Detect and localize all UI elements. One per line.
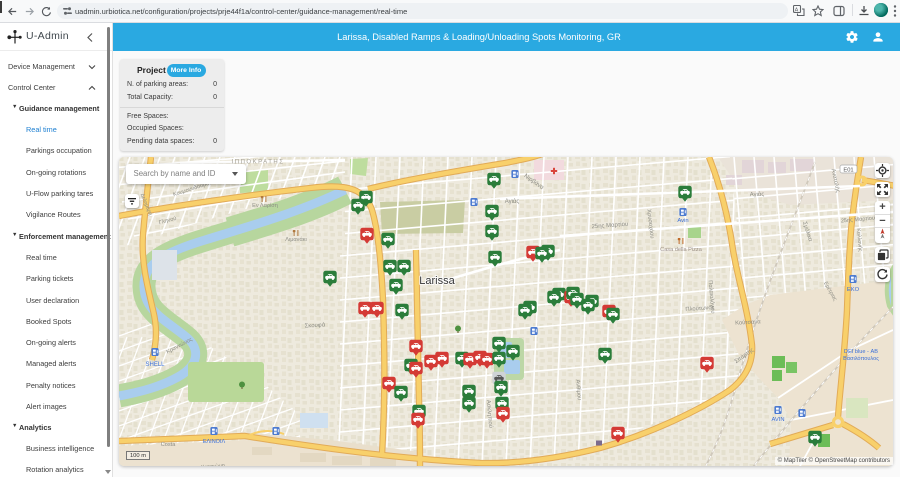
svg-text:Larissa: Larissa xyxy=(419,275,455,287)
svg-text:E01: E01 xyxy=(843,167,853,173)
svg-text:ΕΛΙΝΟΙΛ: ΕΛΙΝΟΙΛ xyxy=(203,439,226,445)
svg-text:Λιμανάκι: Λιμανάκι xyxy=(285,236,307,243)
svg-text:Εν Λαρίση: Εν Λαρίση xyxy=(252,203,278,209)
svg-text:Αγιάς: Αγιάς xyxy=(505,198,520,205)
svg-text:Costa: Costa xyxy=(161,442,177,448)
svg-text:AVIN: AVIN xyxy=(771,417,784,423)
svg-text:Avin: Avin xyxy=(677,218,688,224)
svg-text:Casa della Pizza: Casa della Pizza xyxy=(660,247,703,253)
svg-text:Σκουφά: Σκουφά xyxy=(304,321,325,329)
svg-text:A: A xyxy=(795,7,799,13)
svg-text:DEI blue - ΑΒ: DEI blue - ΑΒ xyxy=(844,349,878,355)
svg-text:SHELL: SHELL xyxy=(145,362,165,368)
svg-text:Αγιάς: Αγιάς xyxy=(750,191,765,199)
svg-text:EKO: EKO xyxy=(847,287,860,293)
svg-text:Βασιλόπουλος: Βασιλόπουλος xyxy=(843,355,879,362)
